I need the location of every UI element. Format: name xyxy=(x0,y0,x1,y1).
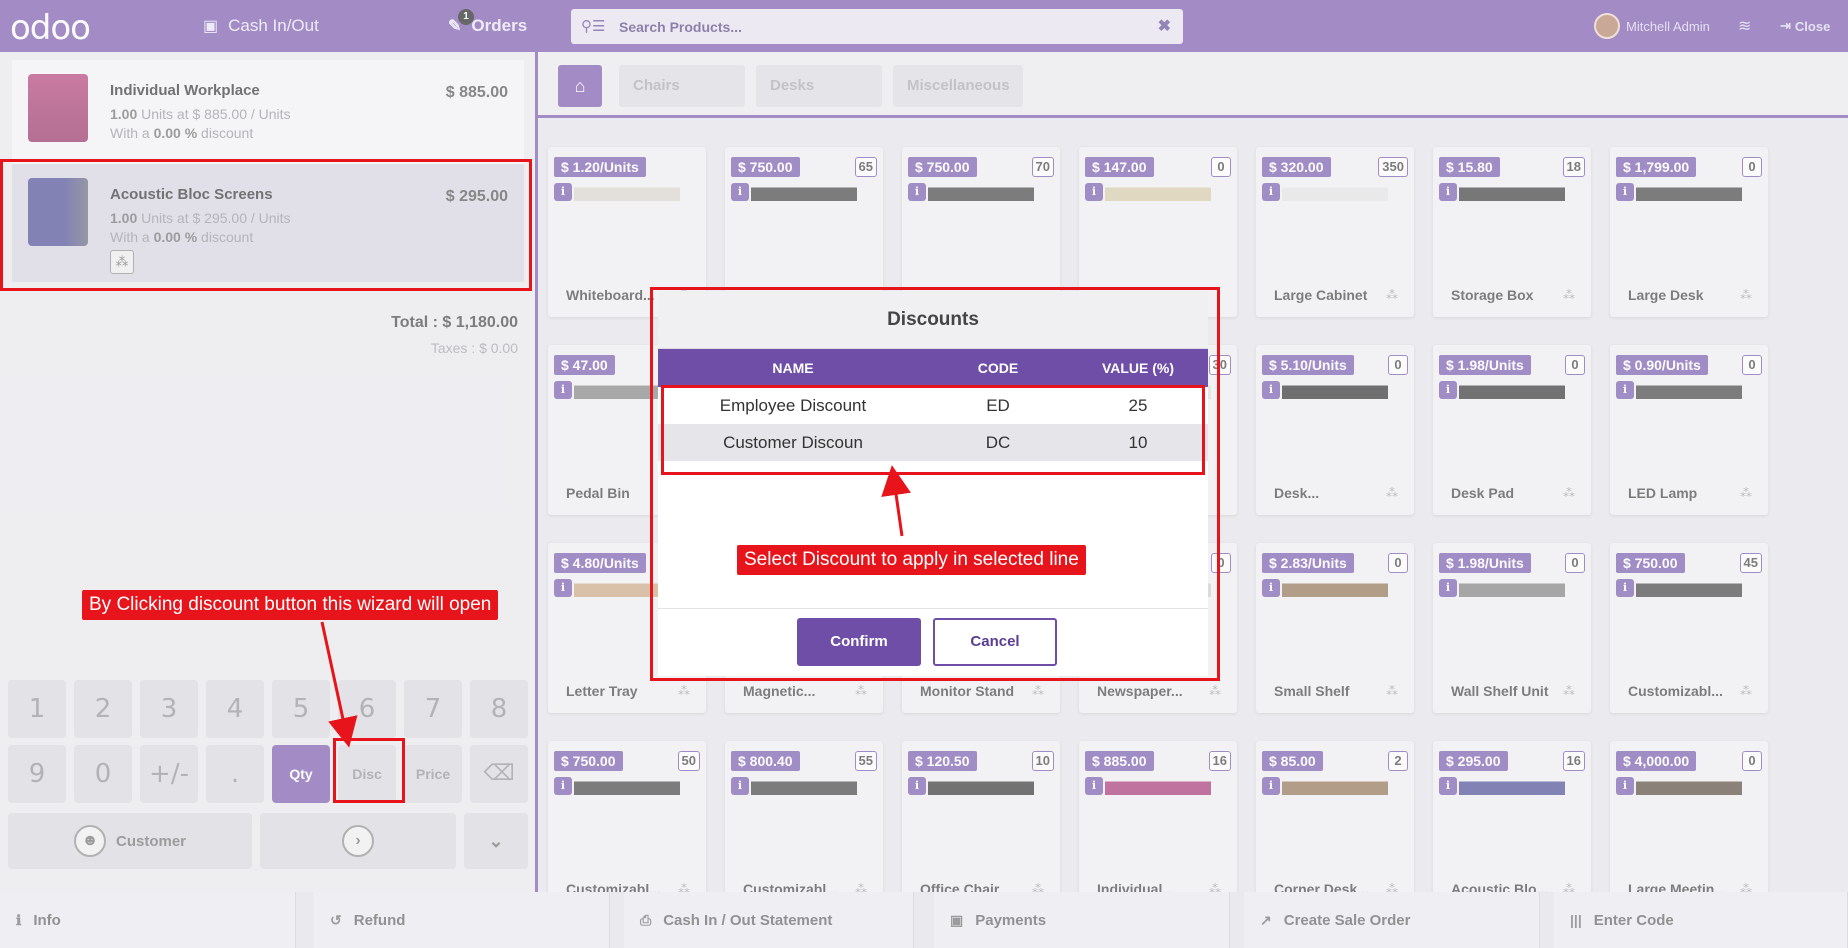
wizard-hint-callout: By Clicking discount button this wizard … xyxy=(82,590,499,620)
selected-line-highlight xyxy=(0,159,532,291)
discount-rows-highlight xyxy=(661,385,1205,475)
select-discount-callout: Select Discount to apply in selected lin… xyxy=(737,545,1086,575)
dialog-highlight xyxy=(650,287,1220,681)
disc-button-highlight xyxy=(333,738,405,803)
